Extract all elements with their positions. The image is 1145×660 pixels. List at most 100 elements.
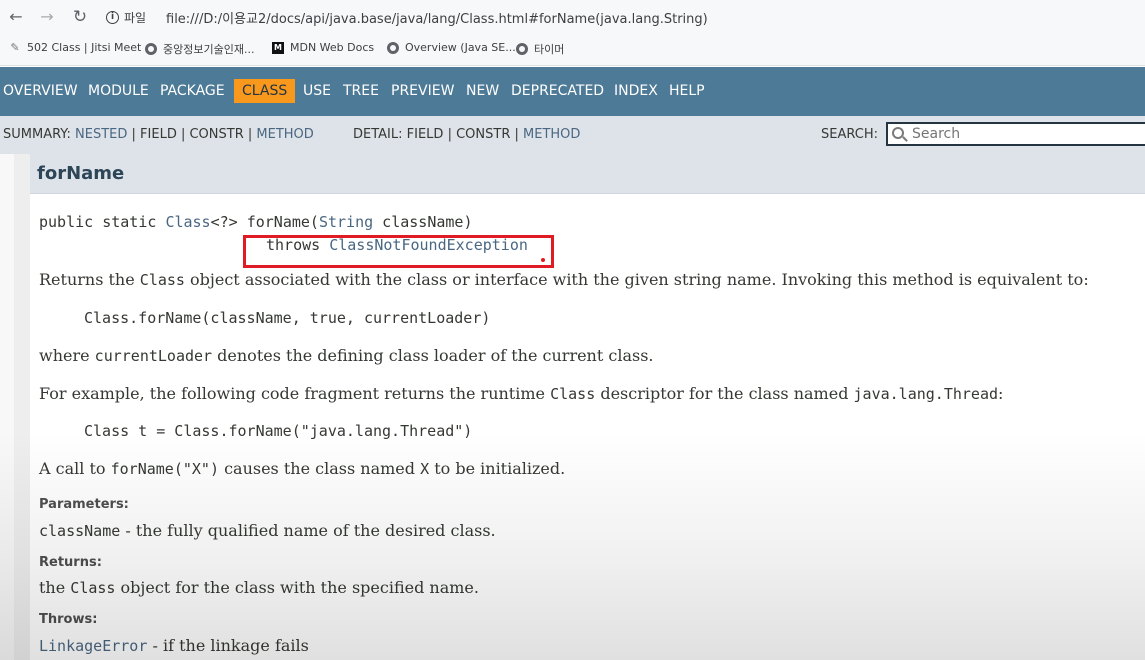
nav-module[interactable]: MODULE	[88, 81, 149, 101]
description-paragraph-2: where currentLoader denotes the defining…	[39, 346, 654, 365]
globe-icon	[145, 43, 157, 55]
nav-index[interactable]: INDEX	[614, 81, 658, 101]
back-arrow-icon: ←	[9, 7, 23, 26]
search-label: SEARCH:	[821, 127, 878, 142]
detail-field-text: FIELD	[406, 127, 444, 142]
summary-field-text: FIELD	[140, 127, 177, 142]
text: the	[39, 578, 71, 597]
class-type-link[interactable]: Class	[165, 213, 210, 231]
code-example-2: Class t = Class.forName("java.lang.Threa…	[84, 422, 473, 440]
left-gutter-inner	[14, 154, 30, 660]
text: A call to	[39, 459, 111, 478]
member-header: forName	[30, 154, 1145, 194]
throws-label: Throws:	[39, 612, 98, 627]
info-icon: i	[106, 10, 119, 24]
text: descriptor for the class named	[595, 384, 854, 403]
text: object for the class with the specified …	[115, 578, 479, 597]
nav-package[interactable]: PACKAGE	[160, 81, 225, 101]
description-paragraph-4: A call to forName("X") causes the class …	[39, 459, 565, 478]
text: object associated with the class or inte…	[184, 270, 1089, 289]
globe-icon	[516, 43, 528, 55]
bookmark-label: 502 Class | Jitsi Meet	[27, 41, 142, 54]
detail-method-link[interactable]: METHOD	[523, 127, 580, 142]
inline-code: Class	[70, 579, 116, 597]
bookmark-label: 타이머	[534, 43, 565, 56]
bookmark-mdn[interactable]: M MDN Web Docs	[272, 41, 374, 54]
nav-deprecated[interactable]: DEPRECATED	[511, 81, 604, 101]
text: - the fully qualified name of the desire…	[120, 521, 496, 540]
search-input[interactable]	[912, 126, 1132, 142]
text: where	[39, 346, 95, 365]
code-example-1: Class.forName(className, true, currentLo…	[84, 309, 491, 327]
string-type-link[interactable]: String	[319, 213, 373, 231]
nav-help[interactable]: HELP	[669, 81, 705, 101]
bookmark-label: MDN Web Docs	[290, 41, 375, 54]
linkage-error-link[interactable]: LinkageError	[39, 637, 147, 655]
text: For example, the following code fragment…	[39, 384, 551, 403]
bookmark-central-it[interactable]: 중앙정보기술인재...	[145, 41, 254, 57]
detail-constr-text: CONSTR	[456, 127, 511, 142]
bookmark-label: 중앙정보기술인재...	[163, 43, 255, 56]
jitsi-icon: ✎	[10, 40, 20, 54]
text: denotes the defining class loader of the…	[212, 346, 654, 365]
parameters-label: Parameters:	[39, 497, 129, 512]
url-field[interactable]: file:///D:/이용교2/docs/api/java.base/java/…	[166, 8, 708, 27]
separator: |	[176, 127, 190, 142]
separator: |	[127, 127, 141, 142]
param-name: className	[39, 522, 121, 540]
detail-label: DETAIL:	[353, 127, 403, 142]
summary-constr-text: CONSTR	[189, 127, 244, 142]
parameter-description: className - the fully qualified name of …	[39, 521, 496, 540]
description-paragraph-1: Returns the Class object associated with…	[39, 270, 1089, 289]
nav-class[interactable]: CLASS	[234, 79, 296, 103]
site-info-chip[interactable]: i 파일	[106, 5, 146, 29]
text: to be initialized.	[429, 459, 566, 478]
browser-address-bar: ← → ↻ i 파일 file:///D:/이용교2/docs/api/java…	[0, 0, 1145, 34]
bookmark-timer[interactable]: 타이머	[516, 41, 564, 57]
inline-code: currentLoader	[94, 347, 213, 365]
red-highlight-annotation	[243, 235, 554, 268]
inline-code: Class	[139, 271, 185, 289]
back-button[interactable]: ←	[5, 6, 27, 28]
signature-param: className)	[373, 213, 473, 231]
globe-icon	[387, 41, 399, 54]
reload-icon: ↻	[72, 7, 88, 27]
nav-preview[interactable]: PREVIEW	[391, 81, 454, 101]
returns-description: the Class object for the class with the …	[39, 578, 479, 597]
reload-button[interactable]: ↻	[69, 6, 91, 28]
search-field[interactable]	[886, 122, 1145, 146]
nav-new[interactable]: NEW	[466, 81, 499, 101]
summary-links: SUMMARY: NESTED | FIELD | CONSTR | METHO…	[3, 127, 314, 142]
throws-description: LinkageError - if the linkage fails	[39, 636, 309, 655]
forward-arrow-icon: →	[40, 7, 54, 26]
nav-tree[interactable]: TREE	[343, 81, 379, 101]
search-icon	[892, 127, 904, 139]
text: - if the linkage fails	[147, 636, 309, 655]
bookmark-label: Overview (Java SE...	[405, 41, 516, 54]
summary-method-link[interactable]: METHOD	[256, 127, 313, 142]
bookmark-java-overview[interactable]: Overview (Java SE...	[387, 41, 516, 54]
forward-button[interactable]: →	[36, 6, 58, 28]
separator: |	[443, 127, 457, 142]
inline-code: Class	[550, 385, 596, 403]
javadoc-top-nav: OVERVIEW MODULE PACKAGE CLASS USE TREE P…	[0, 67, 1145, 116]
nav-use[interactable]: USE	[303, 81, 331, 101]
text: Returns the	[39, 270, 140, 289]
inline-code: java.lang.Thread	[853, 385, 999, 403]
signature-generic: <?> forName(	[210, 213, 319, 231]
annotation-dot	[541, 258, 545, 262]
bookmark-jitsi[interactable]: ✎ 502 Class | Jitsi Meet	[9, 41, 141, 54]
separator: |	[243, 127, 257, 142]
inline-code: forName("X")	[110, 460, 219, 478]
method-title: forName	[37, 163, 125, 184]
member-detail: forName public static Class<?> forName(S…	[0, 154, 1145, 660]
text: causes the class named	[218, 459, 421, 478]
detail-links: DETAIL: FIELD | CONSTR | METHOD	[353, 127, 580, 142]
nav-overview[interactable]: OVERVIEW	[3, 81, 78, 101]
separator: |	[510, 127, 524, 142]
site-info-label: 파일	[124, 10, 147, 25]
description-paragraph-3: For example, the following code fragment…	[39, 384, 1003, 403]
text: :	[998, 384, 1004, 403]
summary-nested-link[interactable]: NESTED	[75, 127, 127, 142]
summary-label: SUMMARY:	[3, 127, 71, 142]
